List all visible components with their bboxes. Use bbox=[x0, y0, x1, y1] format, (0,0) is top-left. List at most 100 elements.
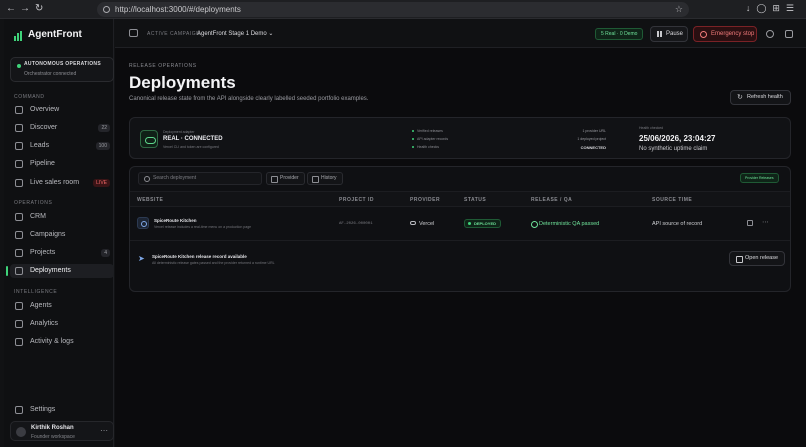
forward-icon[interactable]: → bbox=[20, 3, 30, 15]
col-source-time: SOURCE TIME bbox=[652, 197, 693, 203]
address-bar[interactable]: http://localhost:3000/#/deployments ☆ bbox=[97, 2, 689, 17]
page-subtitle: Canonical release state from the API alo… bbox=[129, 96, 369, 102]
sidebar-item-activity-logs[interactable]: Activity & logs bbox=[10, 335, 114, 349]
table-row[interactable]: SpiceRoute Kitchen Vercel release includ… bbox=[130, 207, 790, 241]
deployments-table-card: Search deployment Provider History Provi… bbox=[129, 166, 791, 292]
sidebar-item-campaigns[interactable]: Campaigns bbox=[10, 228, 114, 242]
browser-menu-icons[interactable]: ↓◯⊞☰ bbox=[746, 3, 800, 14]
sidebar-item-analytics[interactable]: Analytics bbox=[10, 317, 114, 331]
campaign-value: AgentFront Stage 1 Demo bbox=[197, 31, 267, 37]
user-card[interactable]: Kirthik Roshan Founder workspace ⋯ bbox=[10, 421, 114, 441]
provider-releases-badge: Provider Releases bbox=[740, 173, 779, 183]
notifications-icon[interactable] bbox=[785, 30, 793, 38]
autonomous-title: AUTONOMOUS OPERATIONS bbox=[24, 61, 101, 67]
page-eyebrow: RELEASE OPERATIONS bbox=[129, 63, 197, 69]
banner-desc: All deterministic release gates passed a… bbox=[152, 261, 275, 265]
sidebar-item-label: Agents bbox=[30, 302, 52, 309]
table-header: WEBSITE PROJECT ID PROVIDER STATUS RELEA… bbox=[130, 191, 790, 207]
sidebar-item-label: Live sales room bbox=[30, 179, 80, 186]
autonomous-ops-card[interactable]: AUTONOMOUS OPERATIONS Orchestrator conne… bbox=[10, 57, 114, 82]
users-icon bbox=[15, 142, 23, 150]
real-demo-pill: 5 Real · 0 Demo bbox=[595, 28, 644, 40]
sidebar: AgentFront AUTONOMOUS OPERATIONS Orchest… bbox=[4, 19, 114, 447]
sidebar-item-deployments[interactable]: Deployments bbox=[6, 264, 114, 278]
refresh-health-button[interactable]: Refresh health bbox=[730, 90, 791, 105]
uptime-note: No synthetic uptime claim bbox=[639, 146, 708, 152]
theme-toggle-icon[interactable] bbox=[766, 30, 774, 38]
section-command: COMMAND bbox=[14, 94, 45, 100]
reload-icon[interactable]: ↻ bbox=[35, 3, 43, 15]
sidebar-item-label: Overview bbox=[30, 106, 60, 113]
col-status: STATUS bbox=[464, 197, 487, 203]
sidebar-item-projects[interactable]: Projects 4 bbox=[10, 246, 114, 260]
brand-bars-icon bbox=[14, 30, 24, 41]
banner-title: SpiceRoute Kitchen release record availa… bbox=[152, 254, 247, 259]
open-release-button[interactable]: Open release bbox=[729, 251, 785, 266]
sidebar-item-label: Discover bbox=[30, 124, 58, 131]
count-badge: 100 bbox=[95, 142, 110, 150]
sidebar-item-settings[interactable]: Settings bbox=[10, 403, 114, 417]
external-link-icon[interactable] bbox=[747, 220, 753, 226]
health-label: Health checked bbox=[639, 126, 664, 130]
adapter-label: Deployment adapter bbox=[163, 130, 195, 134]
more-icon[interactable]: ⋯ bbox=[762, 218, 769, 226]
avatar bbox=[16, 427, 26, 437]
emergency-stop-button[interactable]: Emergency stop bbox=[693, 26, 757, 42]
sidebar-item-label: Campaigns bbox=[30, 231, 66, 238]
sidebar-item-live-sales-room[interactable]: Live sales room LIVE bbox=[10, 176, 114, 190]
browser-toolbar: ← → ↻ http://localhost:3000/#/deployment… bbox=[0, 0, 806, 19]
pause-button[interactable]: Pause bbox=[650, 26, 688, 42]
cloud-icon bbox=[15, 267, 23, 275]
qa-status: Deterministic QA passed bbox=[531, 221, 599, 228]
connected-label: CONNECTED bbox=[580, 145, 606, 150]
sidebar-item-discover[interactable]: Discover 22 bbox=[10, 121, 114, 135]
brand-name: AgentFront bbox=[28, 29, 82, 40]
more-icon[interactable]: ⋯ bbox=[100, 426, 108, 435]
sidebar-item-label: Activity & logs bbox=[30, 338, 74, 345]
compass-icon bbox=[15, 124, 23, 132]
section-operations: OPERATIONS bbox=[14, 200, 53, 206]
brand-logo[interactable]: AgentFront bbox=[14, 29, 82, 41]
sidebar-item-pipeline[interactable]: Pipeline bbox=[10, 157, 114, 171]
status-dot-icon bbox=[17, 64, 21, 68]
adapter-status-card: Deployment adapter REAL · CONNECTED Verc… bbox=[129, 117, 791, 159]
col-provider: PROVIDER bbox=[410, 197, 441, 203]
provider-filter-button[interactable]: Provider bbox=[266, 172, 305, 185]
count-badge: 22 bbox=[98, 124, 110, 132]
col-release-qa: RELEASE / QA bbox=[531, 197, 573, 203]
sidebar-item-leads[interactable]: Leads 100 bbox=[10, 139, 114, 153]
history-filter-button[interactable]: History bbox=[307, 172, 343, 185]
cloud-icon bbox=[140, 130, 158, 148]
user-name: Kirthik Roshan bbox=[31, 425, 74, 431]
project-id: AF-2026-000001 bbox=[339, 222, 373, 226]
folder-icon bbox=[15, 249, 23, 257]
page-title: Deployments bbox=[129, 73, 236, 92]
release-banner: ➤ SpiceRoute Kitchen release record avai… bbox=[130, 245, 790, 273]
search-input[interactable]: Search deployment bbox=[138, 172, 262, 185]
browser-window: ← → ↻ http://localhost:3000/#/deployment… bbox=[0, 0, 806, 447]
site-name: SpiceRoute Kitchen bbox=[154, 218, 197, 223]
site-desc: Vercel release includes a real-time menu… bbox=[154, 225, 252, 229]
headset-icon bbox=[15, 179, 23, 187]
provider-url-count: 1 provider URL bbox=[582, 129, 606, 133]
col-project-id: PROJECT ID bbox=[339, 197, 375, 203]
chevron-down-icon: ⌄ bbox=[268, 31, 274, 37]
back-icon[interactable]: ← bbox=[6, 3, 16, 15]
adapter-detail: Vercel CLI and token are configured bbox=[163, 145, 219, 149]
health-time: 25/06/2026, 23:04:27 bbox=[639, 134, 716, 143]
sidebar-item-agents[interactable]: Agents bbox=[10, 299, 114, 313]
check-item: Verified releases bbox=[412, 129, 443, 133]
main-content: RELEASE OPERATIONS Deployments Canonical… bbox=[115, 48, 806, 447]
sidebar-toggle-icon[interactable] bbox=[129, 29, 138, 37]
pipeline-icon bbox=[15, 160, 23, 168]
sidebar-item-crm[interactable]: CRM bbox=[10, 210, 114, 224]
sidebar-item-label: Leads bbox=[30, 142, 50, 149]
url-text: http://localhost:3000/#/deployments bbox=[115, 5, 241, 14]
status-badge: DEPLOYED bbox=[464, 219, 502, 228]
sidebar-item-label: Settings bbox=[30, 406, 56, 413]
sidebar-item-overview[interactable]: Overview bbox=[10, 103, 114, 117]
provider-cell: Vercel bbox=[410, 221, 434, 227]
site-info-icon[interactable] bbox=[103, 6, 110, 13]
campaign-selector[interactable]: AgentFront Stage 1 Demo ⌄ bbox=[197, 30, 273, 37]
bookmark-star-icon[interactable]: ☆ bbox=[675, 2, 683, 17]
